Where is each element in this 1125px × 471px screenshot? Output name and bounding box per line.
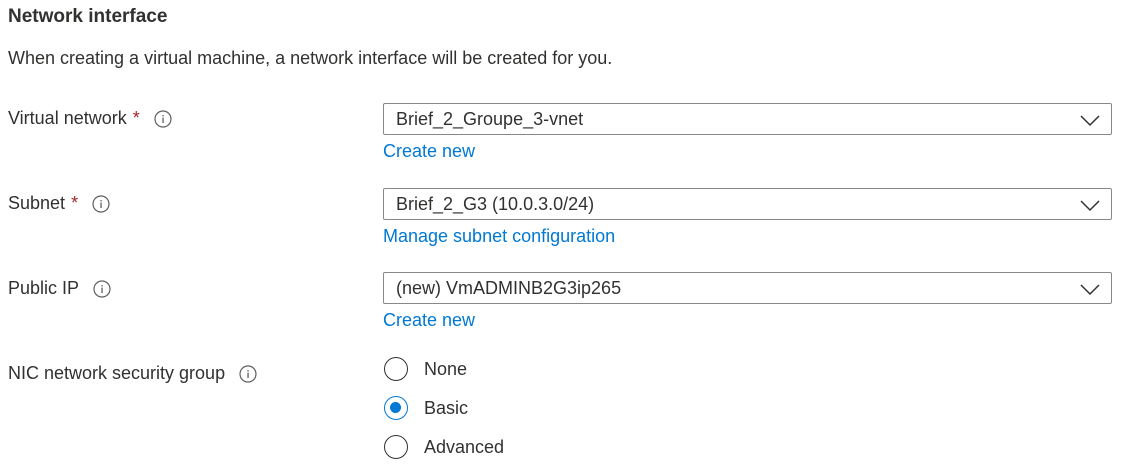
virtual-network-label: Virtual network [8,108,127,128]
subnet-value: Brief_2_G3 (10.0.3.0/24) [396,194,595,214]
info-icon[interactable] [154,109,172,128]
info-icon[interactable] [93,279,111,298]
subnet-label-row: Subnet * [8,193,110,214]
radio-button[interactable] [384,357,408,381]
public-ip-label-row: Public IP [8,278,111,299]
virtual-network-dropdown[interactable]: Brief_2_Groupe_3-vnet [383,103,1112,135]
subnet-dropdown[interactable]: Brief_2_G3 (10.0.3.0/24) [383,188,1112,220]
subnet-label: Subnet [8,193,66,213]
radio-button-selected[interactable] [384,396,408,420]
info-icon[interactable] [92,194,110,213]
virtual-network-value: Brief_2_Groupe_3-vnet [396,109,584,129]
section-title: Network interface [8,6,168,27]
chevron-down-icon [1080,113,1100,127]
nsg-option-label: None [424,358,468,379]
manage-subnet-link[interactable]: Manage subnet configuration [383,226,615,247]
nic-nsg-label-row: NIC network security group [8,363,257,384]
public-ip-label: Public IP [8,278,80,298]
nsg-option-advanced[interactable]: Advanced [384,434,504,460]
virtual-network-label-row: Virtual network * [8,108,172,129]
chevron-down-icon [1080,198,1100,212]
nic-nsg-label: NIC network security group [8,363,226,383]
public-ip-dropdown[interactable]: (new) VmADMINB2G3ip265 [383,272,1112,304]
radio-selected-dot [390,402,401,413]
create-new-public-ip-link[interactable]: Create new [383,310,475,331]
required-marker: * [71,193,79,213]
info-icon[interactable] [239,364,257,383]
required-marker: * [132,108,140,128]
nsg-option-label: Basic [424,397,469,418]
section-description: When creating a virtual machine, a netwo… [8,48,613,68]
chevron-down-icon [1080,282,1100,296]
create-new-vnet-link[interactable]: Create new [383,141,475,162]
nsg-option-label: Advanced [424,436,505,457]
nsg-option-basic[interactable]: Basic [384,395,468,421]
public-ip-value: (new) VmADMINB2G3ip265 [396,278,622,298]
nsg-option-none[interactable]: None [384,356,467,382]
radio-button[interactable] [384,435,408,459]
